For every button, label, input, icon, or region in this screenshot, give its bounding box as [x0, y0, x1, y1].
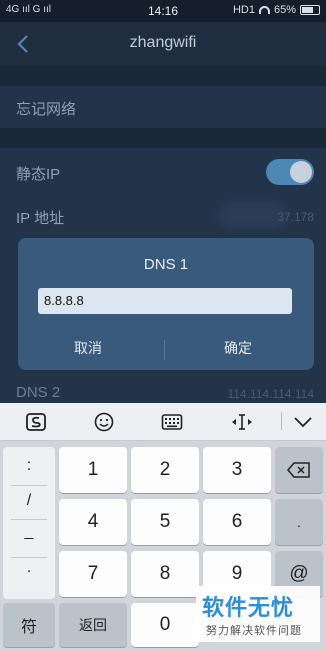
symbol-side-column: : / _ . — [3, 447, 55, 599]
status-bar: 4G ııl G ııl 14:16 HD1 65% — [0, 0, 326, 22]
static-ip-toggle[interactable] — [266, 159, 314, 185]
back-arrow-icon[interactable] — [14, 32, 36, 56]
key-7[interactable]: 7 — [59, 551, 127, 597]
dns1-input[interactable]: 8.8.8.8 — [38, 288, 292, 314]
collapse-keyboard-icon[interactable] — [291, 411, 315, 433]
ime-logo-icon[interactable] — [24, 411, 48, 433]
key-0[interactable]: 0 — [131, 603, 199, 647]
toggle-knob — [290, 161, 312, 183]
key-8[interactable]: 8 — [131, 551, 199, 597]
symbol-key[interactable]: 符 — [3, 603, 55, 647]
ip-address-value: 37.178 — [277, 210, 314, 224]
side-divider — [11, 485, 47, 486]
dns2-label: DNS 2 — [16, 384, 61, 401]
key-1[interactable]: 1 — [59, 447, 127, 493]
dialog-divider — [164, 340, 165, 360]
battery-icon — [300, 5, 320, 15]
dns1-dialog: DNS 1 8.8.8.8 取消 确定 — [18, 238, 314, 370]
section-gap-2 — [0, 128, 326, 148]
watermark-sub: 努力解决软件问题 — [206, 625, 302, 637]
status-right: HD1 65% — [233, 4, 320, 16]
keyboard-toolbar — [0, 403, 326, 441]
side-divider — [11, 557, 47, 558]
watermark-logo: 软件无忧 努力解决软件问题 — [196, 586, 320, 642]
key-3[interactable]: 3 — [203, 447, 271, 493]
emoji-icon[interactable] — [92, 411, 116, 433]
side-key-underscore[interactable]: _ — [3, 523, 55, 541]
wifi-icon — [258, 6, 270, 14]
app-header: zhangwifi — [0, 22, 326, 66]
static-ip-label: 静态IP — [16, 166, 61, 183]
key-4[interactable]: 4 — [59, 499, 127, 545]
key-6[interactable]: 6 — [203, 499, 271, 545]
page-title: zhangwifi — [129, 34, 197, 51]
side-key-dot[interactable]: . — [3, 559, 55, 577]
keyboard-switch-icon[interactable] — [160, 411, 184, 433]
forget-network-label: 忘记网络 — [16, 101, 77, 118]
backspace-icon — [287, 462, 310, 478]
battery-percent: 65% — [273, 4, 296, 16]
side-key-slash[interactable]: / — [3, 492, 55, 510]
key-5[interactable]: 5 — [131, 499, 199, 545]
confirm-button[interactable]: 确定 — [168, 338, 308, 358]
key-2[interactable]: 2 — [131, 447, 199, 493]
watermark-main: 软件无忧 — [202, 595, 295, 620]
dialog-title: DNS 1 — [143, 256, 189, 273]
side-key-colon[interactable]: : — [3, 457, 55, 475]
toolbar-separator — [281, 412, 282, 430]
side-divider — [11, 519, 47, 520]
key-dot[interactable]: . — [275, 499, 323, 545]
section-gap — [0, 66, 326, 86]
cursor-move-icon[interactable] — [230, 411, 254, 433]
cancel-button[interactable]: 取消 — [18, 338, 158, 358]
backspace-key[interactable] — [275, 447, 323, 493]
dns2-value: 114.114.114.114 — [227, 387, 314, 401]
back-key[interactable]: 返回 — [59, 603, 127, 647]
hd-indicator: HD1 — [232, 4, 255, 16]
ip-address-label: IP 地址 — [16, 210, 65, 227]
